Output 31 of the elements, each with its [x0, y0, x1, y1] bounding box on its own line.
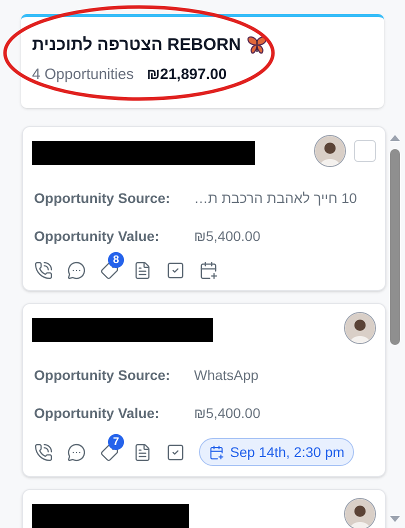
document-icon[interactable]	[133, 442, 152, 462]
stage-title: הצטרפה לתוכנית REBORN	[32, 34, 241, 56]
field-label: Opportunity Value:	[34, 404, 160, 423]
field-label: Opportunity Source:	[34, 366, 172, 385]
calendar-add-icon	[209, 444, 224, 460]
opportunity-count: 4 Opportunities	[32, 64, 134, 84]
field-value: ₪5,400.00	[194, 227, 260, 246]
calendar-add-icon[interactable]	[199, 261, 218, 280]
field-label: Opportunity Source:	[34, 189, 172, 208]
opportunity-card[interactable]	[22, 489, 386, 528]
count-badge: 7	[108, 434, 124, 450]
avatar-icon	[314, 135, 346, 167]
field-value: ₪5,400.00	[194, 404, 260, 423]
field-label: Opportunity Value:	[34, 227, 160, 246]
chat-icon[interactable]	[67, 442, 86, 462]
count-badge: 8	[108, 252, 124, 268]
chat-icon[interactable]	[67, 261, 86, 280]
opportunity-card[interactable]: Opportunity Source: WhatsApp Opportunity Value: ₪5,400.00 7 Sep 14th, 2:30 pm	[22, 303, 386, 477]
phone-icon[interactable]	[34, 442, 53, 462]
field-value: WhatsApp	[194, 366, 259, 385]
appointment-chip[interactable]: Sep 14th, 2:30 pm	[199, 438, 354, 466]
task-icon[interactable]	[166, 442, 185, 462]
document-icon[interactable]	[133, 261, 152, 280]
stage-total: ₪21,897.00	[146, 64, 227, 84]
butterfly-icon	[246, 36, 267, 54]
task-icon[interactable]	[166, 261, 185, 280]
avatar-icon	[344, 312, 376, 344]
checkbox[interactable]	[354, 140, 376, 162]
field-value: 10 חייך לאהבת הרכבת ת…	[194, 189, 357, 208]
avatar-icon	[344, 498, 376, 528]
phone-icon[interactable]	[34, 261, 53, 280]
